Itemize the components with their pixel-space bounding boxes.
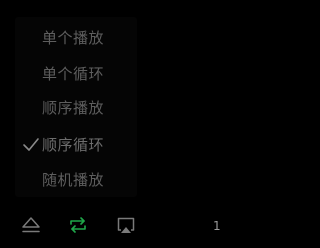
menu-item-single-play[interactable]: 单个播放 — [15, 21, 137, 55]
airplay-icon — [114, 213, 138, 237]
airplay-button[interactable] — [114, 213, 138, 237]
eject-button[interactable] — [19, 213, 43, 237]
menu-item-shuffle-play[interactable]: 随机播放 — [15, 163, 137, 197]
menu-item-label: 顺序循环 — [42, 136, 105, 154]
menu-item-label: 随机播放 — [42, 171, 105, 189]
menu-item-label: 单个播放 — [42, 29, 105, 47]
repeat-mode-button[interactable] — [66, 213, 90, 237]
menu-item-sequential-play[interactable]: 顺序播放 — [15, 91, 137, 125]
menu-item-sequential-loop[interactable]: 顺序循环 — [15, 128, 137, 162]
menu-item-single-loop[interactable]: 单个循环 — [15, 57, 137, 91]
screen: 单个播放 单个循环 顺序播放 顺序循环 随机播放 1 — [0, 0, 221, 248]
checkmark-icon — [22, 136, 40, 154]
play-mode-menu: 单个播放 单个循环 顺序播放 顺序循环 随机播放 — [15, 17, 137, 197]
menu-item-label: 顺序播放 — [42, 99, 105, 117]
menu-item-label: 单个循环 — [42, 65, 105, 83]
repeat-icon — [66, 213, 90, 237]
eject-icon — [19, 213, 43, 237]
playback-toolbar — [0, 205, 219, 248]
clipped-label: 1 — [213, 219, 221, 233]
